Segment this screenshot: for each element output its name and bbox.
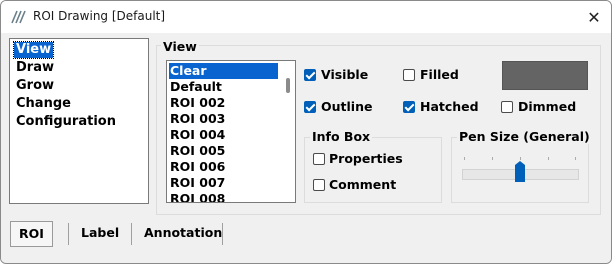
slider-tick bbox=[548, 157, 549, 160]
roi-list-item[interactable]: Default bbox=[169, 79, 278, 95]
roi-list[interactable]: Clear Default ROI 002 ROI 003 ROI 004 RO… bbox=[166, 60, 296, 203]
close-icon: ✕ bbox=[587, 7, 601, 27]
tab-label[interactable]: Label bbox=[81, 221, 119, 245]
tab-separator bbox=[131, 223, 132, 245]
tab-annotation[interactable]: Annotation bbox=[144, 221, 222, 245]
roi-drawing-window: ROI Drawing [Default] ✕ View Draw Grow C… bbox=[0, 0, 612, 264]
dimmed-checkbox[interactable] bbox=[501, 101, 513, 113]
roi-list-item[interactable]: ROI 002 bbox=[169, 95, 278, 111]
nav-item-view[interactable]: View bbox=[12, 41, 55, 59]
info-box-group bbox=[304, 137, 442, 203]
pen-size-slider-thumb[interactable] bbox=[515, 161, 525, 182]
tab-separator bbox=[68, 223, 69, 245]
visible-label: Visible bbox=[321, 67, 369, 82]
outline-checkbox[interactable] bbox=[304, 101, 316, 113]
roi-list-item[interactable]: ROI 005 bbox=[169, 143, 278, 159]
nav-item-grow[interactable]: Grow bbox=[14, 78, 56, 94]
nav-item-configuration[interactable]: Configuration bbox=[14, 114, 118, 130]
roi-list-item[interactable]: ROI 007 bbox=[169, 175, 278, 191]
slider-tick bbox=[575, 157, 576, 160]
roi-list-item[interactable]: ROI 003 bbox=[169, 111, 278, 127]
window-title: ROI Drawing [Default] bbox=[33, 9, 166, 23]
slider-tick bbox=[464, 157, 465, 160]
roi-list-item[interactable]: ROI 006 bbox=[169, 159, 278, 175]
app-icon bbox=[11, 10, 26, 24]
title-bar[interactable]: ROI Drawing [Default] ✕ bbox=[1, 1, 611, 33]
dimmed-label: Dimmed bbox=[518, 99, 577, 114]
roi-list-item[interactable]: ROI 008 bbox=[169, 191, 278, 202]
tab-separator bbox=[222, 223, 223, 245]
pen-size-label: Pen Size (General) bbox=[457, 129, 592, 144]
hatched-label: Hatched bbox=[420, 99, 479, 114]
slider-tick bbox=[520, 157, 521, 160]
nav-item-draw[interactable]: Draw bbox=[14, 60, 56, 76]
comment-checkbox[interactable] bbox=[313, 179, 325, 191]
hatched-checkbox[interactable] bbox=[403, 101, 415, 113]
view-group-label: View bbox=[161, 39, 199, 54]
dialog-content: View Draw Grow Change Configuration View… bbox=[1, 33, 611, 263]
roi-list-item[interactable]: Clear bbox=[169, 63, 278, 79]
category-list[interactable]: View Draw Grow Change Configuration bbox=[9, 38, 149, 204]
scrollbar-thumb[interactable] bbox=[286, 78, 290, 93]
color-swatch[interactable] bbox=[502, 61, 588, 90]
outline-label: Outline bbox=[321, 99, 373, 114]
properties-label: Properties bbox=[329, 151, 403, 166]
roi-list-item[interactable]: ROI 004 bbox=[169, 127, 278, 143]
visible-checkbox[interactable] bbox=[304, 69, 316, 81]
nav-item-change[interactable]: Change bbox=[14, 96, 73, 112]
filled-label: Filled bbox=[420, 67, 459, 82]
close-button[interactable]: ✕ bbox=[577, 1, 611, 33]
comment-label: Comment bbox=[329, 177, 397, 192]
tab-roi[interactable]: ROI bbox=[10, 221, 53, 247]
slider-tick bbox=[492, 157, 493, 160]
info-box-label: Info Box bbox=[310, 129, 373, 144]
filled-checkbox[interactable] bbox=[403, 69, 415, 81]
roi-list-scrollbar[interactable] bbox=[282, 61, 295, 202]
properties-checkbox[interactable] bbox=[313, 153, 325, 165]
